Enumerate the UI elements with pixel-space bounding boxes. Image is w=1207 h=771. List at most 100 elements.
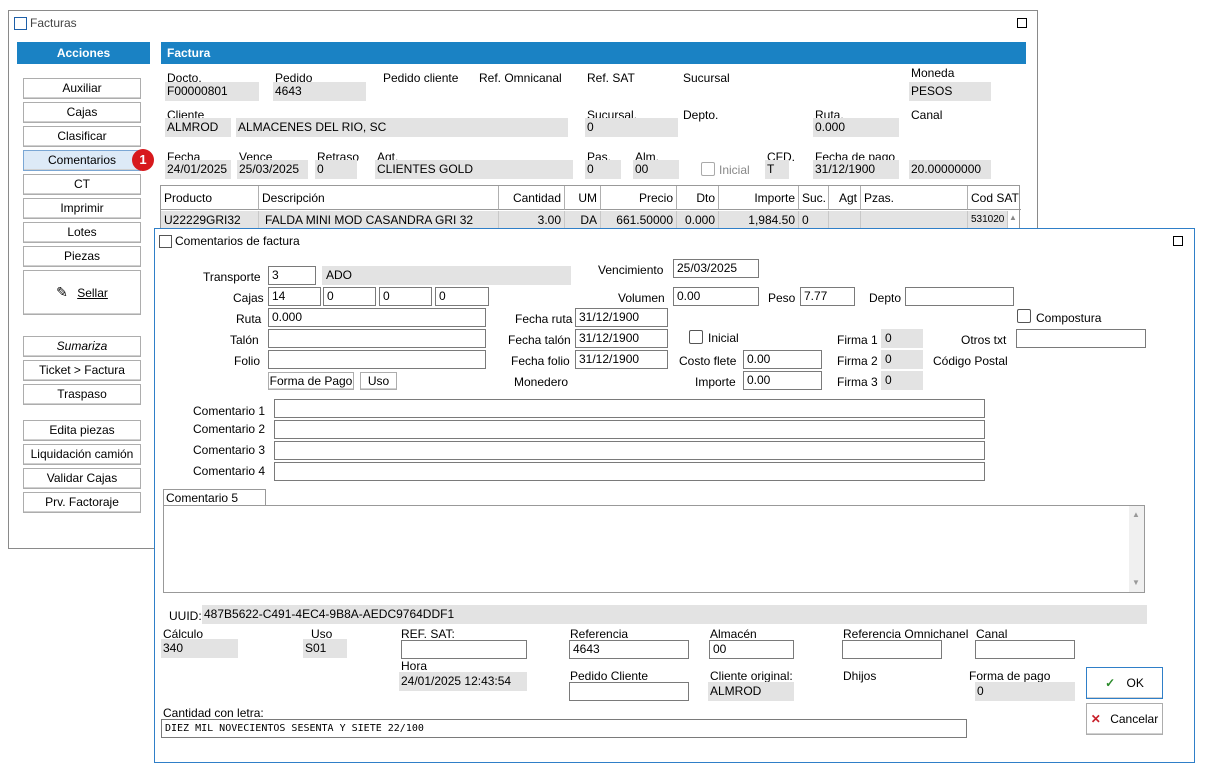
grid-cell-cod-sat[interactable]: 531020 xyxy=(968,211,1008,229)
fecha-folio-input[interactable]: 31/12/1900 xyxy=(575,350,668,369)
ref-sat-label: REF. SAT: xyxy=(401,627,455,641)
grid-cell-precio[interactable]: 661.50000 xyxy=(601,211,677,229)
lotes-button[interactable]: Lotes xyxy=(23,222,141,243)
fecha-ruta-input[interactable]: 31/12/1900 xyxy=(575,308,668,327)
textarea-scrollbar[interactable]: ▲ ▼ xyxy=(1129,506,1144,592)
comentarios-button[interactable]: Comentarios xyxy=(23,150,141,171)
grid-cell-dto[interactable]: 0.000 xyxy=(677,211,719,229)
grid-cell-producto[interactable]: U22229GRI32 xyxy=(161,211,259,229)
comentario1-input[interactable] xyxy=(274,399,985,418)
cajas-input-4[interactable]: 0 xyxy=(435,287,489,306)
depto-input[interactable] xyxy=(905,287,1014,306)
cajas-input-3[interactable]: 0 xyxy=(379,287,432,306)
prv-factoraje-button[interactable]: Prv. Factoraje xyxy=(23,492,141,513)
ok-button[interactable]: ✓ OK xyxy=(1086,667,1163,699)
retraso-value: 0 xyxy=(315,160,357,179)
importe-input[interactable]: 0.00 xyxy=(743,371,822,390)
maximize-icon[interactable] xyxy=(1017,18,1027,28)
cajas-input-2[interactable]: 0 xyxy=(323,287,376,306)
ref-sat-input[interactable] xyxy=(401,640,527,659)
products-grid[interactable]: Producto Descripción Cantidad UM Precio … xyxy=(160,185,1021,229)
firma2-label: Firma 2 xyxy=(837,354,878,368)
cantidad-letra-input[interactable]: DIEZ MIL NOVECIENTOS SESENTA Y SIETE 22/… xyxy=(161,719,967,738)
comentario2-label: Comentario 2 xyxy=(193,422,266,436)
col-precio[interactable]: Precio xyxy=(601,186,677,210)
costo-flete-input[interactable]: 0.00 xyxy=(743,350,822,369)
imprimir-button[interactable]: Imprimir xyxy=(23,198,141,219)
comentario2-input[interactable] xyxy=(274,420,985,439)
cajas-button[interactable]: Cajas xyxy=(23,102,141,123)
inicial-checkbox[interactable] xyxy=(689,330,703,344)
talon-label: Talón xyxy=(230,333,259,347)
comentario5-tab[interactable]: Comentario 5 xyxy=(163,489,266,506)
cajas-input-1[interactable]: 14 xyxy=(268,287,321,306)
comentario4-input[interactable] xyxy=(274,462,985,481)
ticket-factura-button[interactable]: Ticket > Factura xyxy=(23,360,141,381)
col-agt[interactable]: Agt xyxy=(829,186,861,210)
check-icon: ✓ xyxy=(1105,676,1116,690)
validar-cajas-button[interactable]: Validar Cajas xyxy=(23,468,141,489)
talon-input[interactable] xyxy=(268,329,486,348)
inicial-checkbox[interactable] xyxy=(701,162,715,176)
cliente-original-label: Cliente original: xyxy=(710,669,793,683)
grid-cell-pzas[interactable] xyxy=(861,211,968,229)
cancel-button[interactable]: ✕ Cancelar xyxy=(1086,703,1163,735)
pedido-cliente-label: Pedido cliente xyxy=(383,71,459,85)
otros-txt-input[interactable] xyxy=(1016,329,1146,348)
ct-button[interactable]: CT xyxy=(23,174,141,195)
grid-cell-descripcion[interactable]: FALDA MINI MOD CASANDRA GRI 32 xyxy=(259,211,499,229)
uso-button[interactable]: Uso xyxy=(360,372,397,390)
grid-cell-cantidad[interactable]: 3.00 xyxy=(499,211,565,229)
forma-pago-button[interactable]: Forma de Pago xyxy=(268,372,354,390)
traspaso-button[interactable]: Traspaso xyxy=(23,384,141,405)
col-dto[interactable]: Dto xyxy=(677,186,719,210)
scroll-up-icon[interactable]: ▲ xyxy=(1009,213,1017,222)
moneda-label: Moneda xyxy=(911,66,955,80)
col-suc[interactable]: Suc. xyxy=(799,186,829,210)
grid-cell-um[interactable]: DA xyxy=(565,211,601,229)
col-cod-sat[interactable]: Cod SAT xyxy=(968,186,1021,210)
grid-cell-importe[interactable]: 1,984.50 xyxy=(719,211,799,229)
col-cantidad[interactable]: Cantidad xyxy=(499,186,565,210)
liquidacion-camion-button[interactable]: Liquidación camión xyxy=(23,444,141,465)
vencimiento-input[interactable]: 25/03/2025 xyxy=(673,259,759,278)
col-descripcion[interactable]: Descripción xyxy=(259,186,499,210)
ref-omnicanal-label: Ref. Omnicanal xyxy=(479,71,562,85)
cajas-label: Cajas xyxy=(233,291,264,305)
col-pzas[interactable]: Pzas. xyxy=(861,186,968,210)
col-um[interactable]: UM xyxy=(565,186,601,210)
sumariza-button[interactable]: Sumariza xyxy=(23,336,141,357)
dialog-maximize-icon[interactable] xyxy=(1173,236,1183,246)
almacen-input[interactable]: 00 xyxy=(709,640,794,659)
piezas-button[interactable]: Piezas xyxy=(23,246,141,267)
pedido-cliente-input[interactable] xyxy=(569,682,689,701)
col-importe[interactable]: Importe xyxy=(719,186,799,210)
ruta-input[interactable]: 0.000 xyxy=(268,308,486,327)
folio-input[interactable] xyxy=(268,350,486,369)
comentario5-textarea[interactable]: ▲ ▼ xyxy=(163,505,1145,593)
clasificar-button[interactable]: Clasificar xyxy=(23,126,141,147)
grid-cell-suc[interactable]: 0 xyxy=(799,211,829,229)
edita-piezas-button[interactable]: Edita piezas xyxy=(23,420,141,441)
compostura-checkbox[interactable] xyxy=(1017,309,1031,323)
comentario3-input[interactable] xyxy=(274,441,985,460)
referencia-input[interactable]: 4643 xyxy=(569,640,689,659)
ref-sat-label: Ref. SAT xyxy=(587,71,635,85)
scroll-up-icon[interactable]: ▲ xyxy=(1132,510,1140,519)
pedido-cliente-label: Pedido Cliente xyxy=(570,669,649,683)
col-producto[interactable]: Producto xyxy=(161,186,259,210)
ref-omnichanel-input[interactable] xyxy=(842,640,942,659)
comentario1-label: Comentario 1 xyxy=(193,404,266,418)
fecha-ruta-label: Fecha ruta xyxy=(515,312,573,326)
volumen-input[interactable]: 0.00 xyxy=(673,287,759,306)
transporte-input[interactable]: 3 xyxy=(268,266,316,285)
transporte-name: ADO xyxy=(322,266,571,285)
peso-input[interactable]: 7.77 xyxy=(800,287,855,306)
auxiliar-button[interactable]: Auxiliar xyxy=(23,78,141,99)
grid-cell-agt[interactable] xyxy=(829,211,861,229)
scroll-down-icon[interactable]: ▼ xyxy=(1132,578,1140,587)
fecha-talon-input[interactable]: 31/12/1900 xyxy=(575,329,668,348)
alm-value: 00 xyxy=(633,160,679,179)
sellar-button[interactable]: ✎ Sellar xyxy=(23,270,141,315)
canal-input[interactable] xyxy=(975,640,1075,659)
